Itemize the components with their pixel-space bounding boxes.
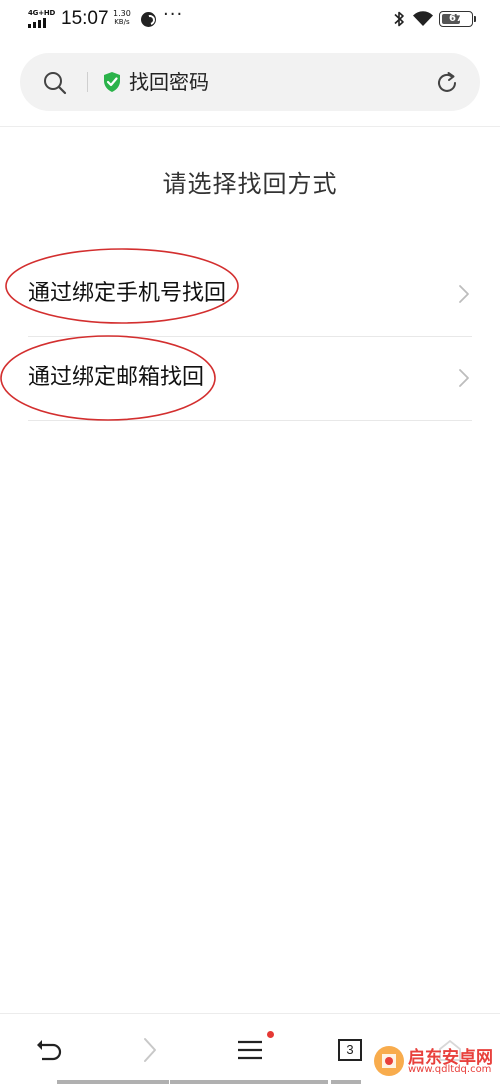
gesture-bar-segment	[331, 1080, 361, 1084]
search-icon[interactable]	[42, 70, 68, 96]
back-arrow-icon	[37, 1039, 62, 1060]
refresh-icon[interactable]	[434, 70, 460, 96]
menu-icon	[238, 1040, 262, 1059]
wifi-icon	[413, 11, 433, 26]
menu-button[interactable]	[210, 1014, 290, 1084]
option-phone-recovery[interactable]: 通过绑定手机号找回	[28, 253, 472, 337]
option-phone-label: 通过绑定手机号找回	[28, 281, 227, 306]
gesture-bar-segment	[170, 1080, 328, 1084]
gesture-bar-segment	[57, 1080, 169, 1084]
status-bar: 4G+HD 15:07 1.30 KB/s ··· 67	[0, 0, 500, 40]
battery-level: 67	[449, 13, 463, 24]
option-email-recovery[interactable]: 通过绑定邮箱找回	[28, 337, 472, 421]
address-title[interactable]: 找回密码	[129, 69, 209, 95]
battery-icon: 67	[439, 11, 476, 27]
status-time: 15:07	[61, 8, 109, 29]
forward-arrow-icon	[144, 1037, 156, 1062]
chevron-right-icon	[459, 369, 469, 387]
network-speed: 1.30 KB/s	[113, 9, 131, 27]
back-button[interactable]	[10, 1014, 90, 1084]
tab-count: 3	[338, 1038, 362, 1061]
chevron-right-icon	[459, 285, 469, 303]
address-divider	[87, 72, 88, 92]
page-title: 请选择找回方式	[162, 170, 338, 198]
address-bar[interactable]: 找回密码	[20, 53, 480, 111]
signal-icon: 4G+HD	[28, 9, 56, 28]
app-notification-icon	[141, 12, 156, 27]
notification-dot	[267, 1031, 274, 1038]
speed-unit: KB/s	[114, 18, 130, 26]
header-separator	[0, 126, 500, 127]
more-notifications-icon: ···	[163, 4, 184, 25]
watermark-url: www.qdltdq.com	[408, 1064, 492, 1075]
watermark-logo-icon	[374, 1046, 404, 1076]
watermark: 启东安卓网 www.qdltdq.com	[372, 1040, 500, 1084]
secure-shield-icon	[104, 72, 120, 92]
option-email-label: 通过绑定邮箱找回	[28, 365, 205, 390]
speed-value: 1.30	[113, 9, 131, 18]
bluetooth-icon	[394, 11, 404, 27]
forward-button[interactable]	[110, 1014, 190, 1084]
network-type: 4G+HD	[28, 9, 56, 17]
